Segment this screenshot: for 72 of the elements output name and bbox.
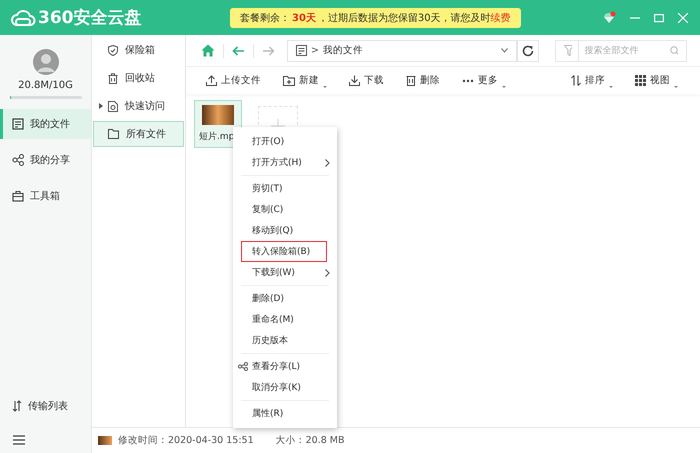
folder-item[interactable]: 保险箱	[93, 37, 184, 63]
sort-icon	[571, 75, 581, 86]
avatar[interactable]	[32, 49, 58, 75]
video-thumbnail	[202, 105, 234, 125]
folder-item[interactable]: 所有文件	[93, 121, 184, 147]
toolbox-icon	[12, 190, 24, 202]
menu-item[interactable]: 复制(C)	[241, 199, 327, 220]
toolbar-button[interactable]: 上传文件	[200, 70, 267, 90]
filter-icon[interactable]	[564, 45, 572, 56]
banner-text: 套餐剩余：	[240, 12, 290, 24]
grid-view-icon	[635, 75, 646, 86]
modified-time: 修改时间：2020-04-30 15:51	[118, 434, 254, 447]
path-separator: >	[311, 45, 319, 56]
folder-item[interactable]: 快速访问	[93, 93, 184, 119]
menu-item[interactable]: 历史版本	[241, 330, 327, 351]
maximize-icon[interactable]	[654, 12, 664, 22]
nav-item[interactable]: 工具箱	[0, 181, 91, 211]
toolbar-button[interactable]: 删除	[400, 70, 446, 90]
menu-icon[interactable]	[13, 435, 25, 445]
storage-text: 20.8M/10G	[18, 80, 73, 91]
path-field[interactable]: > 我的文件	[287, 40, 517, 62]
refresh-icon[interactable]	[522, 44, 534, 56]
home-icon[interactable]	[201, 44, 215, 57]
cloud-logo-icon	[10, 8, 36, 26]
renew-link[interactable]: 续费	[490, 10, 511, 24]
transfer-list-item[interactable]: 传输列表	[0, 391, 91, 421]
toolbar-button[interactable]: 视图	[629, 70, 684, 90]
search-icon[interactable]	[670, 46, 678, 56]
menu-item[interactable]: 打开(O)	[241, 131, 327, 152]
menu-item[interactable]: 下载到(W)	[241, 262, 327, 283]
refresh-button[interactable]	[517, 40, 539, 62]
file-size: 大小：20.8 MB	[276, 434, 344, 447]
skin-icon[interactable]	[602, 10, 616, 24]
document-icon	[296, 45, 307, 56]
trash-icon	[108, 72, 118, 84]
close-icon[interactable]	[678, 12, 688, 22]
folder-item[interactable]: 回收站	[93, 65, 184, 91]
more-dots-icon	[462, 78, 474, 82]
menu-item[interactable]: 属性(R)	[241, 403, 327, 424]
upload-icon	[206, 75, 217, 86]
trash-icon	[406, 75, 416, 86]
menu-item[interactable]: 剪切(T)	[241, 178, 327, 199]
shield-icon	[108, 44, 118, 56]
download-icon	[349, 75, 360, 86]
menu-item[interactable]: 取消分享(K)	[241, 377, 327, 398]
share-icon	[238, 362, 248, 371]
toolbar-button[interactable]: 排序	[565, 70, 619, 90]
path-segment[interactable]: 我的文件	[322, 44, 363, 57]
back-arrow-icon[interactable]	[232, 46, 245, 56]
menu-item[interactable]: 重命名(M)	[241, 309, 327, 330]
menu-item[interactable]: 删除(D)	[241, 288, 327, 309]
document-icon	[12, 118, 24, 130]
banner-text: ，过期后数据为您保留30天，请您及时	[318, 12, 491, 24]
nav-item[interactable]: 我的分享	[0, 145, 91, 175]
document-icon	[108, 100, 118, 112]
menu-item[interactable]: 移动到(Q)	[241, 220, 327, 241]
folder-icon	[108, 129, 119, 139]
menu-item[interactable]: 查看分享(L)	[241, 356, 327, 377]
menu-item[interactable]: 打开方式(H)	[241, 152, 327, 173]
nav-item[interactable]: 我的文件	[0, 109, 91, 139]
toolbar-button[interactable]: 更多	[456, 70, 512, 90]
app-logo-text: 360安全云盘	[38, 7, 142, 29]
video-thumbnail	[98, 436, 112, 445]
menu-item[interactable]: 转入保险箱(B)	[241, 241, 327, 262]
share-icon	[12, 154, 24, 166]
expand-arrow-icon[interactable]	[99, 103, 103, 109]
toolbar-button[interactable]: 下载	[343, 70, 390, 90]
banner-days: 30天	[292, 10, 316, 24]
transfer-arrows-icon	[12, 400, 22, 412]
toolbar-button[interactable]: 新建	[277, 70, 333, 90]
dropdown-caret-icon[interactable]	[501, 48, 508, 53]
new-folder-icon	[283, 76, 295, 86]
